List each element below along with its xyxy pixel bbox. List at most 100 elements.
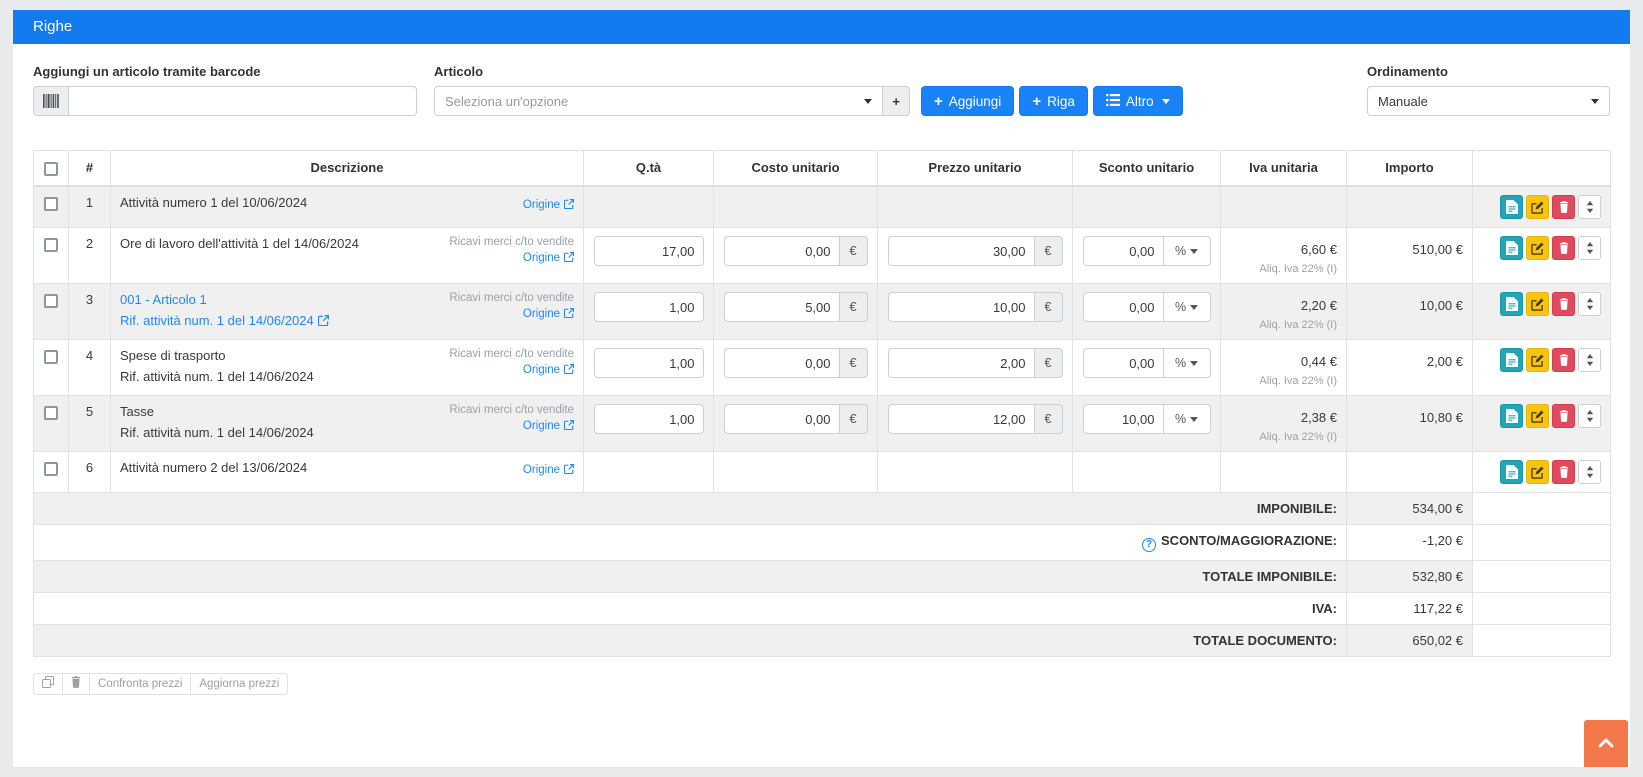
euro-addon: €	[1034, 292, 1063, 322]
row-detail-button[interactable]	[1500, 236, 1523, 260]
row-detail-button[interactable]	[1500, 460, 1523, 484]
row-delete-button[interactable]	[1552, 195, 1575, 219]
row-delete-button[interactable]	[1552, 236, 1575, 260]
plus-icon: +	[934, 94, 943, 109]
delete-rows-button[interactable]	[62, 673, 90, 695]
row-reference[interactable]: Rif. attività num. 1 del 14/06/2024	[120, 313, 329, 329]
row-vat-rate: Aliq. Iva 22% (I)	[1230, 263, 1337, 275]
unit-discount-input[interactable]	[1083, 404, 1163, 434]
origine-link[interactable]: Origine	[523, 252, 574, 265]
quantity-input[interactable]	[594, 348, 704, 378]
row-title: Tasse	[120, 404, 154, 419]
quantity-input[interactable]	[594, 236, 704, 266]
row-checkbox[interactable]	[44, 238, 58, 252]
unit-cost-input[interactable]	[724, 348, 839, 378]
unit-price-input[interactable]	[888, 292, 1034, 322]
origine-link[interactable]: Origine	[523, 308, 574, 321]
barcode-input[interactable]	[68, 86, 417, 116]
row-edit-button[interactable]	[1526, 292, 1549, 316]
select-all-checkbox[interactable]	[44, 162, 58, 176]
row-edit-button[interactable]	[1526, 236, 1549, 260]
row-edit-button[interactable]	[1526, 348, 1549, 372]
summary-trailing-cell	[1473, 525, 1611, 561]
ordinamento-select[interactable]: Manuale	[1367, 86, 1610, 116]
row-vat-rate: Aliq. Iva 22% (I)	[1230, 431, 1337, 443]
row-reorder-handle[interactable]	[1578, 404, 1601, 428]
unit-cost-input[interactable]	[724, 404, 839, 434]
row-reorder-handle[interactable]	[1578, 236, 1601, 260]
table-row: 3 001 - Articolo 1 Rif. attività num. 1 …	[34, 284, 1611, 340]
help-icon[interactable]: ?	[1142, 538, 1156, 552]
discount-type-dropdown[interactable]: %	[1163, 404, 1211, 434]
aggiorna-prezzi-button[interactable]: Aggiorna prezzi	[190, 673, 288, 695]
row-reorder-handle[interactable]	[1578, 460, 1601, 484]
row-delete-button[interactable]	[1552, 292, 1575, 316]
row-checkbox[interactable]	[44, 294, 58, 308]
row-vat-amount: 2,20 €	[1230, 292, 1337, 313]
summary-row: IMPONIBILE: 534,00 €	[34, 493, 1611, 525]
discount-type-dropdown[interactable]: %	[1163, 292, 1211, 322]
col-header-num: #	[69, 151, 111, 187]
confronta-prezzi-button[interactable]: Confronta prezzi	[89, 673, 191, 695]
row-checkbox[interactable]	[44, 406, 58, 420]
quantity-input[interactable]	[594, 292, 704, 322]
external-link-icon	[564, 252, 574, 265]
aggiungi-button[interactable]: + Aggiungi	[921, 86, 1014, 116]
articolo-select[interactable]: Seleziona un'opzione	[434, 86, 883, 116]
row-number: 4	[69, 340, 111, 396]
row-reference: Rif. attività num. 1 del 14/06/2024	[120, 425, 314, 440]
scroll-to-top-button[interactable]	[1584, 720, 1628, 767]
riga-button[interactable]: + Riga	[1019, 86, 1088, 116]
ordinamento-selected-value: Manuale	[1378, 94, 1583, 109]
table-row: 6 Attività numero 2 del 13/06/2024 Origi…	[34, 452, 1611, 493]
row-vat-amount: 0,44 €	[1230, 348, 1337, 369]
unit-cost-input[interactable]	[724, 292, 839, 322]
row-reorder-handle[interactable]	[1578, 292, 1601, 316]
unit-price-input[interactable]	[888, 236, 1034, 266]
copy-icon	[42, 676, 54, 691]
origine-link[interactable]: Origine	[523, 364, 574, 377]
row-edit-button[interactable]	[1526, 460, 1549, 484]
discount-type-dropdown[interactable]: %	[1163, 348, 1211, 378]
duplicate-rows-button[interactable]	[33, 673, 63, 695]
row-reorder-handle[interactable]	[1578, 348, 1601, 372]
row-delete-button[interactable]	[1552, 460, 1575, 484]
summary-row: TOTALE IMPONIBILE: 532,80 €	[34, 560, 1611, 592]
row-detail-button[interactable]	[1500, 195, 1523, 219]
unit-discount-input[interactable]	[1083, 236, 1163, 266]
row-checkbox[interactable]	[44, 350, 58, 364]
row-checkbox[interactable]	[44, 197, 58, 211]
origine-link[interactable]: Origine	[523, 420, 574, 433]
unit-price-input[interactable]	[888, 404, 1034, 434]
row-title: Attività numero 2 del 13/06/2024	[120, 460, 307, 475]
row-edit-button[interactable]	[1526, 195, 1549, 219]
row-delete-button[interactable]	[1552, 348, 1575, 372]
add-article-plus-button[interactable]: +	[883, 86, 910, 116]
line-items-table: # Descrizione Q.tà Costo unitario Prezzo…	[33, 150, 1611, 657]
summary-value: 117,22 €	[1347, 592, 1473, 624]
row-detail-button[interactable]	[1500, 348, 1523, 372]
unit-price-input[interactable]	[888, 348, 1034, 378]
summary-row: TOTALE DOCUMENTO: 650,02 €	[34, 624, 1611, 656]
origine-link[interactable]: Origine	[523, 199, 574, 212]
summary-value: 532,80 €	[1347, 560, 1473, 592]
discount-type-dropdown[interactable]: %	[1163, 236, 1211, 266]
row-delete-button[interactable]	[1552, 404, 1575, 428]
quantity-input[interactable]	[594, 404, 704, 434]
col-header-sconto: Sconto unitario	[1073, 151, 1221, 187]
origine-link[interactable]: Origine	[523, 464, 574, 477]
row-detail-button[interactable]	[1500, 404, 1523, 428]
row-detail-button[interactable]	[1500, 292, 1523, 316]
row-reorder-handle[interactable]	[1578, 195, 1601, 219]
unit-cost-input[interactable]	[724, 236, 839, 266]
altro-dropdown-button[interactable]: Altro	[1093, 86, 1183, 116]
row-checkbox[interactable]	[44, 462, 58, 476]
summary-label: SCONTO/MAGGIORAZIONE:	[1161, 533, 1337, 548]
unit-discount-input[interactable]	[1083, 348, 1163, 378]
unit-discount-input[interactable]	[1083, 292, 1163, 322]
summary-value: -1,20 €	[1347, 525, 1473, 561]
row-title[interactable]: 001 - Articolo 1	[120, 292, 207, 307]
row-edit-button[interactable]	[1526, 404, 1549, 428]
chevron-down-icon	[1190, 417, 1198, 422]
articolo-label: Articolo	[434, 64, 910, 79]
